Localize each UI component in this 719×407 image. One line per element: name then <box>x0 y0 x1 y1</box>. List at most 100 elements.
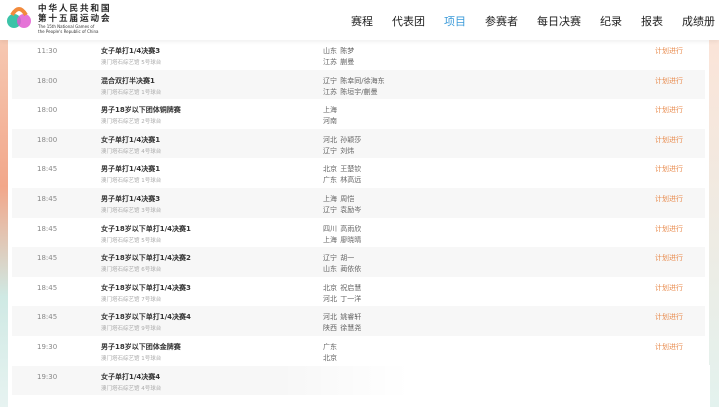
logo-text: 中华人民共和国 第十五届运动会 The 15th National Games … <box>38 4 112 34</box>
match-time: 18:00 <box>37 76 58 85</box>
athlete-name[interactable]: 蔺依依 <box>340 265 361 273</box>
participants: 北京 祝启慧 河北 丁一洋 <box>323 283 361 305</box>
province: 北京 <box>323 165 337 174</box>
nav-item-6[interactable]: 报表 <box>641 13 663 29</box>
province: 河北 <box>323 135 337 144</box>
nav-item-0[interactable]: 赛程 <box>351 13 373 29</box>
status-badge: 计划进行 <box>655 194 683 203</box>
nav-item-4[interactable]: 每日决赛 <box>537 13 581 29</box>
province: 北京 <box>323 283 337 292</box>
province: 四川 <box>323 224 337 233</box>
athlete-name[interactable]: 廖晓晴 <box>340 236 361 244</box>
participants: 河北 孙颖莎 辽宁 刘炜 <box>323 135 361 157</box>
athlete-name[interactable]: 袁励岑 <box>340 206 361 214</box>
table-row[interactable]: 11:30 女子单打1/4决赛3 澳门塔石综艺馆 5号球台 山东 陈梦 江苏 蒯曼… <box>12 40 705 70</box>
table-row[interactable]: 18:45 女子18岁以下单打1/4决赛1 澳门塔石综艺馆 5号球台 四川 高雨… <box>12 218 705 248</box>
table-row[interactable]: 18:45 男子单打1/4决赛3 澳门塔石综艺馆 3号球台 上海 周恺 辽宁 袁励… <box>12 187 705 218</box>
status-badge: 计划进行 <box>655 224 683 233</box>
schedule-table: 11:30 女子单打1/4决赛3 澳门塔石综艺馆 5号球台 山东 陈梦 江苏 蒯曼… <box>12 40 705 396</box>
athlete-name[interactable]: 高雨欣 <box>340 225 361 233</box>
status-badge: 计划进行 <box>655 165 683 174</box>
participants: 河北 姚睿轩陕西 徐慧尧 <box>323 312 361 334</box>
athlete-name[interactable]: 蒯曼 <box>340 58 354 66</box>
status-badge: 计划进行 <box>655 76 683 85</box>
venue: 澳门塔石综艺馆 5号球台 <box>101 237 162 244</box>
athlete-name[interactable]: 胡一 <box>340 254 354 262</box>
match-time: 18:45 <box>37 165 58 174</box>
match-time: 18:45 <box>37 254 58 263</box>
participant: 山东 蔺依依 <box>323 264 361 275</box>
event-name[interactable]: 女子单打1/4决赛4 <box>101 372 160 382</box>
participants: 北京 王楚钦 广东 林高远 <box>323 164 361 186</box>
nav-item-2[interactable]: 项目 <box>444 13 466 29</box>
table-row[interactable]: 18:00 男子18岁以下团体铜牌赛 澳门塔石综艺馆 2号球台 上海 河南 计划… <box>12 99 705 129</box>
event-name[interactable]: 男子单打1/4决赛3 <box>101 194 160 204</box>
athlete-name[interactable]: 姚睿轩 <box>340 313 361 321</box>
event-name[interactable]: 女子单打1/4决赛1 <box>101 135 160 145</box>
participants: 上海 河南 <box>323 105 338 127</box>
participant: 上海 <box>323 105 338 116</box>
event-name[interactable]: 女子18岁以下单打1/4决赛2 <box>101 253 191 263</box>
table-row[interactable]: 18:45 男子单打1/4决赛1 澳门塔石综艺馆 1号球台 北京 王楚钦 广东 林… <box>12 158 705 188</box>
athlete-name[interactable]: 丁一洋 <box>340 295 361 303</box>
athlete-name[interactable]: 林高远 <box>340 176 361 184</box>
athlete-name[interactable]: 周恺 <box>340 195 354 203</box>
province: 上海 <box>323 235 337 244</box>
athlete-name[interactable]: 陈幸同/徐海东 <box>340 77 384 85</box>
status-badge: 计划进行 <box>655 106 683 115</box>
province: 辽宁 <box>323 205 337 214</box>
nav-item-5[interactable]: 纪录 <box>600 13 622 29</box>
venue: 澳门塔石综艺馆 9号球台 <box>101 326 162 333</box>
athlete-name[interactable]: 刘炜 <box>340 147 354 155</box>
athlete-name[interactable]: 陈垣宇/蒯曼 <box>340 88 377 96</box>
fade-overlay <box>280 365 710 407</box>
match-time: 18:45 <box>37 224 58 233</box>
table-row[interactable]: 18:00 混合双打半决赛1 澳门塔石综艺馆 1号球台 辽宁 陈幸同/徐海东 江苏… <box>12 69 705 100</box>
table-row[interactable]: 18:45 女子18岁以下单打1/4决赛2 澳门塔石综艺馆 6号球台 辽宁 胡一… <box>12 247 705 277</box>
event-name[interactable]: 混合双打半决赛1 <box>101 76 155 86</box>
province: 山东 <box>323 265 337 274</box>
province: 江苏 <box>323 87 337 96</box>
event-name[interactable]: 男子18岁以下团体金牌赛 <box>101 342 181 352</box>
athlete-name[interactable]: 孙颖莎 <box>340 136 361 144</box>
participant: 上海 廖晓晴 <box>323 235 361 246</box>
decorative-right-border <box>709 40 719 407</box>
participant: 北京 祝启慧 <box>323 283 361 294</box>
match-time: 18:00 <box>37 106 58 115</box>
participant: 河北 孙颖莎 <box>323 135 361 146</box>
table-row[interactable]: 18:45 女子18岁以下单打1/4决赛4 澳门塔石综艺馆 9号球台 河北 姚睿… <box>12 306 705 336</box>
table-row[interactable]: 18:45 女子18岁以下单打1/4决赛3 澳门塔石综艺馆 7号球台 北京 祝启… <box>12 277 705 307</box>
table-row[interactable]: 18:00 女子单打1/4决赛1 澳门塔石综艺馆 4号球台 河北 孙颖莎 辽宁 刘… <box>12 128 705 159</box>
status-badge: 计划进行 <box>655 254 683 263</box>
participant: 陕西 徐慧尧 <box>323 323 361 334</box>
athlete-name[interactable]: 徐慧尧 <box>340 324 361 332</box>
province: 河南 <box>323 117 337 126</box>
athlete-name[interactable]: 祝启慧 <box>340 284 361 292</box>
event-name[interactable]: 女子单打1/4决赛3 <box>101 46 160 56</box>
table-row[interactable]: 19:30 男子18岁以下团体金牌赛 澳门塔石综艺馆 1号球台 广东 北京 计划… <box>12 336 705 366</box>
participant: 辽宁 袁励岑 <box>323 205 361 216</box>
nav-item-1[interactable]: 代表团 <box>392 13 425 29</box>
event-name[interactable]: 男子单打1/4决赛1 <box>101 164 160 174</box>
match-time: 19:30 <box>37 372 58 381</box>
venue: 澳门塔石综艺馆 3号球台 <box>101 207 162 214</box>
province: 北京 <box>323 353 337 362</box>
event-name[interactable]: 男子18岁以下团体铜牌赛 <box>101 105 181 115</box>
event-name[interactable]: 女子18岁以下单打1/4决赛3 <box>101 283 191 293</box>
province: 上海 <box>323 194 337 203</box>
participant: 山东 陈梦 <box>323 46 354 57</box>
event-name[interactable]: 女子18岁以下单打1/4决赛1 <box>101 224 191 234</box>
athlete-name[interactable]: 陈梦 <box>340 47 354 55</box>
athlete-name[interactable]: 王楚钦 <box>340 165 361 173</box>
games-logo-icon[interactable] <box>4 3 34 33</box>
nav-item-3[interactable]: 参赛者 <box>485 13 518 29</box>
province: 广东 <box>323 342 337 351</box>
event-name[interactable]: 女子18岁以下单打1/4决赛4 <box>101 312 191 322</box>
participant: 上海 周恺 <box>323 194 361 205</box>
nav-item-7[interactable]: 成绩册 <box>682 13 715 29</box>
participant: 辽宁 刘炜 <box>323 146 361 157</box>
province: 河北 <box>323 313 337 322</box>
participant: 辽宁 胡一 <box>323 253 361 264</box>
venue: 澳门塔石综艺馆 1号球台 <box>101 178 162 185</box>
province: 河北 <box>323 294 337 303</box>
